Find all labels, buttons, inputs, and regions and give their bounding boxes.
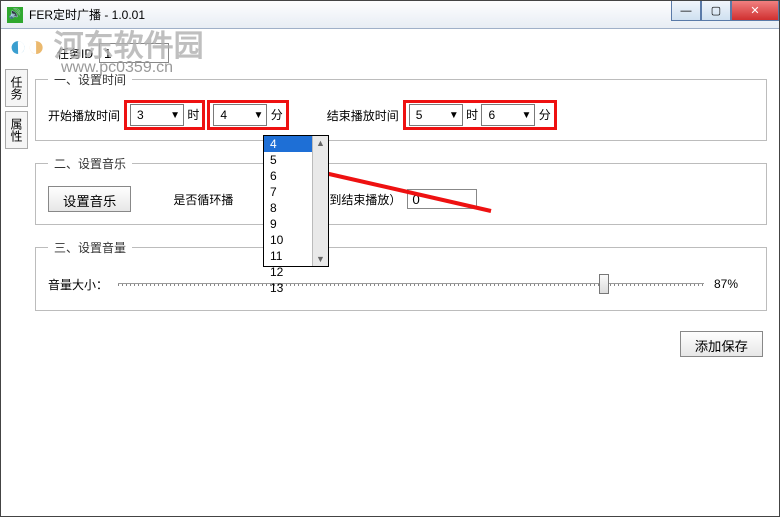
start-hour-select[interactable]: 3▼: [130, 104, 184, 126]
side-tab-props[interactable]: 属性: [5, 111, 28, 149]
window-title: FER定时广播 - 1.0.01: [29, 6, 145, 23]
app-icon: 🔊: [7, 7, 23, 23]
volume-slider[interactable]: [118, 270, 704, 298]
minimize-button[interactable]: —: [671, 1, 701, 21]
chevron-down-icon: ▼: [449, 110, 459, 121]
close-button[interactable]: ✕: [731, 1, 779, 21]
section-time-legend: 一、设置时间: [48, 71, 132, 88]
start-time-label: 开始播放时间: [48, 107, 120, 124]
chevron-down-icon: ▼: [170, 110, 180, 121]
volume-percent: 87%: [714, 277, 754, 291]
start-minute-select[interactable]: 4▼: [213, 104, 267, 126]
section-time: 一、设置时间 开始播放时间 3▼ 时 4▼ 分 结束播放时间 5▼: [35, 71, 767, 141]
side-tabs: 任务 属性: [5, 69, 28, 149]
end-minute-select[interactable]: 6▼: [481, 104, 535, 126]
section-volume-legend: 三、设置音量: [48, 239, 132, 256]
section-music-legend: 二、设置音乐: [48, 155, 132, 172]
dropdown-scrollbar[interactable]: [312, 136, 328, 266]
volume-label: 音量大小：: [48, 276, 108, 293]
volume-slider-thumb[interactable]: [599, 274, 609, 294]
minute-unit: 分: [271, 108, 283, 122]
minute-unit-2: 分: [539, 108, 551, 122]
start-minute-dropdown[interactable]: 45678910111213: [263, 135, 329, 267]
task-id-label: 任务ID: [57, 45, 93, 62]
chevron-down-icon: ▼: [522, 110, 532, 121]
add-save-button[interactable]: 添加保存: [680, 331, 763, 357]
chevron-down-icon: ▼: [253, 110, 263, 121]
end-time-label: 结束播放时间: [327, 107, 399, 124]
hour-unit-2: 时: [466, 108, 478, 122]
dropdown-option[interactable]: 12: [264, 264, 328, 280]
loop-label: 是否循环播: [173, 191, 233, 208]
dropdown-option[interactable]: 13: [264, 280, 328, 296]
section-volume: 三、设置音量 音量大小： 87%: [35, 239, 767, 311]
end-hour-select[interactable]: 5▼: [409, 104, 463, 126]
hour-unit: 时: [187, 108, 199, 122]
titlebar: 🔊 FER定时广播 - 1.0.01 — ▢ ✕: [1, 1, 779, 29]
side-tab-task[interactable]: 任务: [5, 69, 28, 107]
task-id-input[interactable]: [99, 43, 169, 63]
loop-value-input[interactable]: [407, 189, 477, 209]
maximize-button[interactable]: ▢: [701, 1, 731, 21]
set-music-button[interactable]: 设置音乐: [48, 186, 131, 212]
section-music: 二、设置音乐 设置音乐 是否循环播 循环到结束播放）: [35, 155, 767, 225]
